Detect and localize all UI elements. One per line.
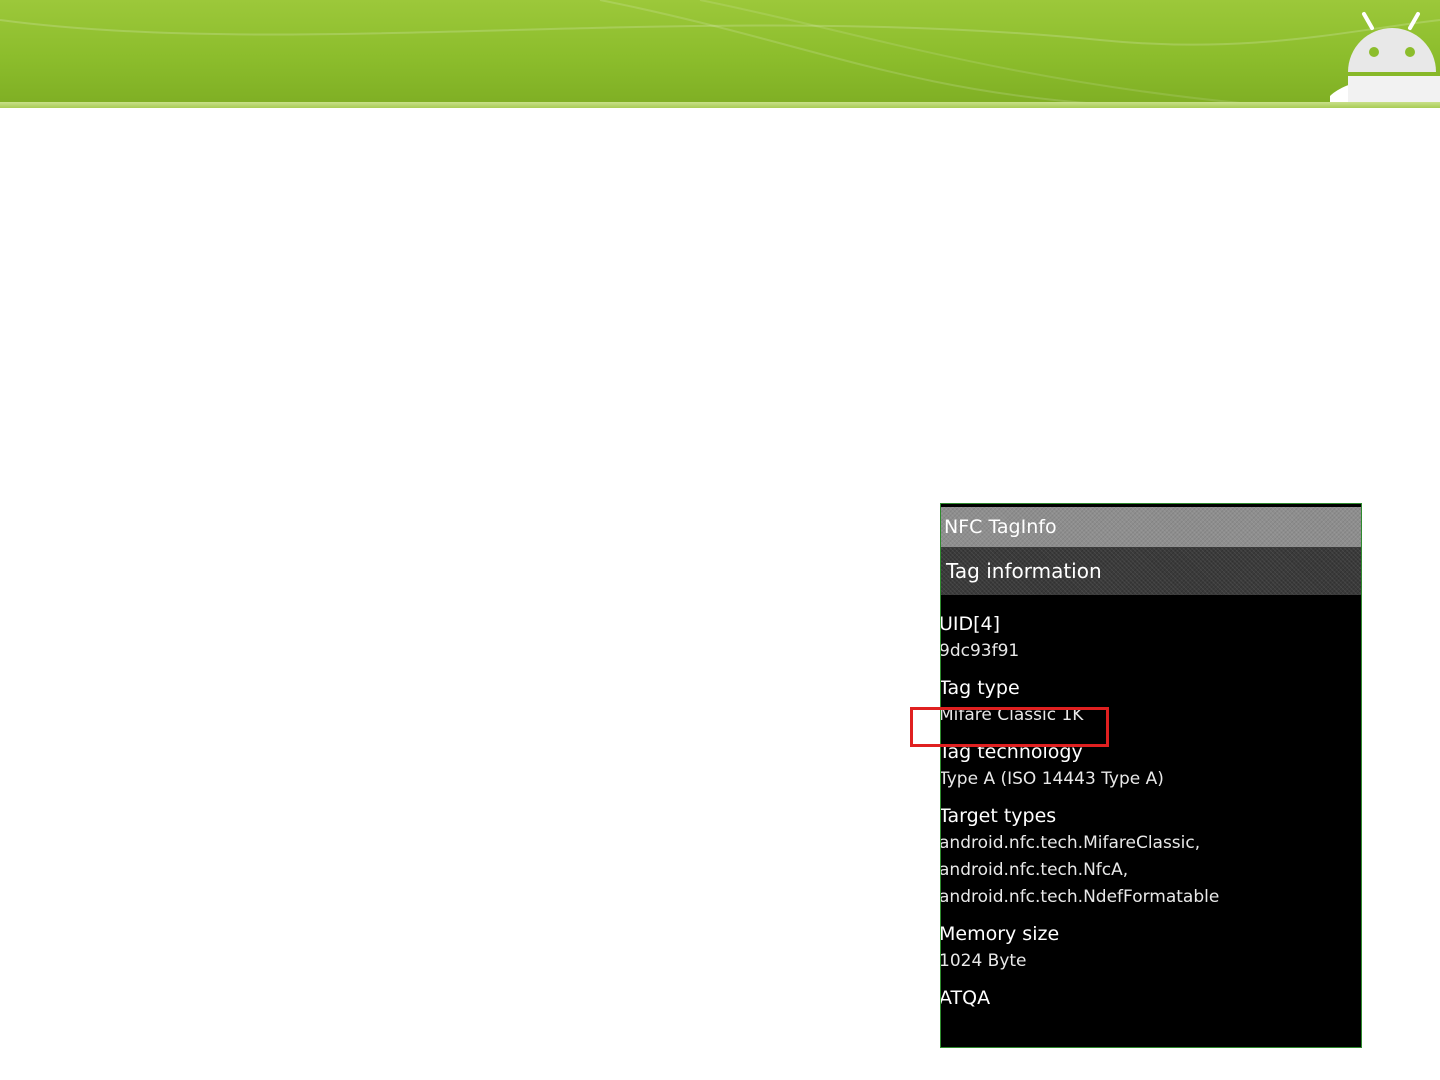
- field-label: Memory size: [940, 923, 1060, 945]
- field-uid: UID[4] 9dc93f91: [941, 610, 1361, 665]
- field-value: 9dc93f91: [940, 641, 1020, 661]
- banner-swoosh-decoration: [0, 0, 1440, 104]
- field-target-types: Target types android.nfc.tech.MifareClas…: [941, 802, 1361, 911]
- field-value: 1024 Byte: [940, 951, 1027, 971]
- field-memory-size: Memory size 1024 Byte: [941, 920, 1361, 975]
- field-label: Target types: [940, 805, 1057, 827]
- field-value: android.nfc.tech.NfcA,: [940, 860, 1129, 880]
- tag-info-list: UID[4] 9dc93f91 Tag type Mifare Classic …: [941, 610, 1361, 1021]
- header-banner: [0, 0, 1440, 104]
- tag-type-highlight-box: [910, 707, 1109, 747]
- field-atqa: ATQA: [941, 984, 1361, 1012]
- section-header-tag-information: Tag information: [941, 547, 1361, 595]
- app-title-bar: NFC TagInfo: [941, 507, 1361, 547]
- field-label: ATQA: [940, 987, 991, 1009]
- field-value: android.nfc.tech.NdefFormatable: [940, 887, 1220, 907]
- field-value: android.nfc.tech.MifareClassic,: [940, 833, 1201, 853]
- field-label: UID[4]: [940, 613, 1001, 635]
- banner-underline: [0, 102, 1440, 108]
- field-label: Tag type: [940, 677, 1020, 699]
- android-robot-icon: [1330, 12, 1440, 104]
- nfc-taginfo-screenshot: NFC TagInfo Tag information UID[4] 9dc93…: [940, 503, 1362, 1048]
- field-value: Type A (ISO 14443 Type A): [940, 769, 1164, 789]
